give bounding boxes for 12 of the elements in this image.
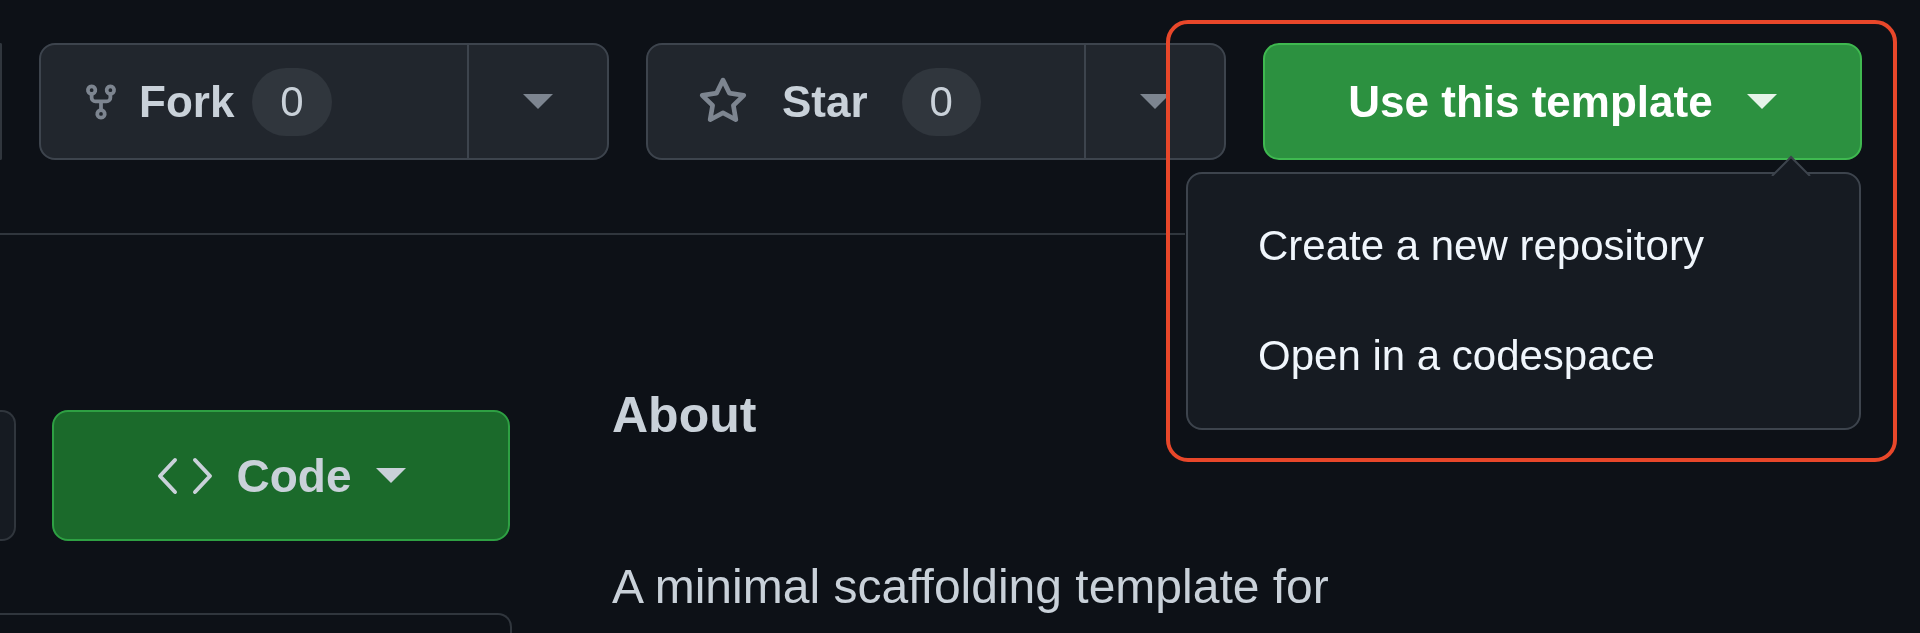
code-icon — [156, 455, 213, 496]
use-template-button[interactable]: Use this template — [1263, 43, 1862, 160]
code-button[interactable]: Code — [52, 410, 510, 541]
caret-icon — [375, 468, 406, 483]
counter-badge: 0 — [252, 67, 332, 136]
about-heading: About — [612, 386, 758, 445]
caret-icon — [1746, 94, 1777, 109]
menu-item[interactable]: Create a new repository — [1258, 219, 1704, 273]
caret-icon — [523, 94, 553, 109]
about-description: A minimal scaffolding template for — [612, 559, 1329, 615]
counter-badge: 0 — [901, 67, 981, 136]
menu-item[interactable]: Open in a codespace — [1258, 329, 1655, 383]
